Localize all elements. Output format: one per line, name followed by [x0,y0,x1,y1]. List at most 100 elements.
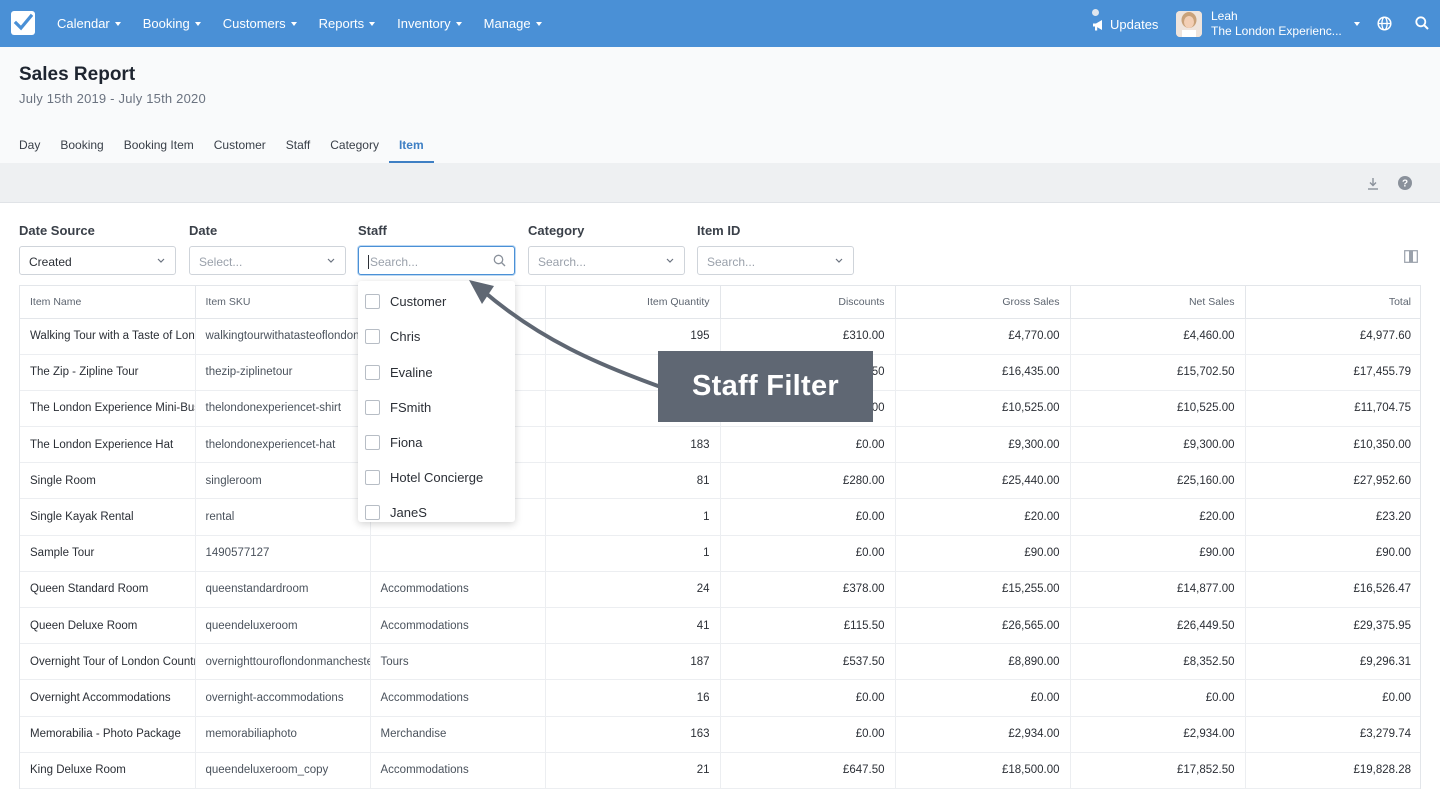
cell-discounts: £310.00 [720,318,896,355]
checkbox[interactable] [365,364,380,380]
cell-category: Accommodations [370,607,546,645]
table-row[interactable]: Walking Tour with a Taste of Londonwalki… [20,318,1420,355]
staff-option-customer[interactable]: Customer [365,292,446,310]
checkbox[interactable] [365,469,380,485]
chevron-down-icon [666,258,674,263]
globe-icon[interactable] [1377,16,1392,31]
table-row[interactable]: Single Room singleroom 81 £280.00 £25,440.00… [20,462,1420,500]
table-row[interactable]: Queen Deluxe Room queendeluxeroom Accommod… [20,607,1420,645]
table-row[interactable]: Queen Standard Room queenstandardroom Acco… [20,571,1420,609]
annotation-arrow [469,280,660,388]
tab-category[interactable]: Category [330,127,379,163]
table-row[interactable]: Memorabilia - Photo Package memorabiliaph… [20,716,1420,753]
cell-category [370,535,546,572]
column-header-total[interactable]: Total [1245,286,1420,319]
nav-booking[interactable]: Booking [143,16,201,31]
cell-gross-sales: £4,770.00 [895,318,1071,355]
columns-icon[interactable] [1404,250,1418,263]
nav-calendar[interactable]: Calendar [57,16,121,31]
search-icon[interactable] [1415,16,1429,30]
table-row[interactable]: Overnight Tour of London Country overnigh… [20,643,1420,681]
nav-reports[interactable]: Reports [319,16,376,31]
table-row[interactable]: The London Experience Hat thelondonexperi… [20,426,1420,464]
chevron-down-icon [535,21,542,26]
column-header-item-name[interactable]: Item Name [20,286,196,319]
cell-net-sales: £4,460.00 [1070,318,1246,355]
nav-customers[interactable]: Customers [223,16,297,31]
tab-item[interactable]: Item [388,127,434,163]
column-header-gross-sales[interactable]: Gross Sales [895,286,1071,319]
cell-category: Accommodations [370,571,546,609]
user-menu[interactable]: Leah The London Experienc... [1176,9,1342,38]
table-header-row: Item Name Item SKU Item Quantity Discoun… [20,286,1420,319]
cell-total: £23.20 [1245,498,1420,536]
cell-gross-sales: £16,435.00 [895,354,1071,391]
column-header-net-sales[interactable]: Net Sales [1070,286,1246,319]
date-source-select[interactable]: Created [19,246,176,275]
staff-option-evaline[interactable]: Evaline [365,363,433,381]
staff-option-chris[interactable]: Chris [365,327,420,345]
tab-booking-item[interactable]: Booking Item [124,127,194,163]
table-row[interactable]: Single Kayak Rental rental 1 £0.00 £20.00 £20… [20,498,1420,536]
cell-gross-sales: £90.00 [895,535,1071,572]
checkbox[interactable] [365,399,380,415]
cell-net-sales: £8,352.50 [1070,643,1246,681]
staff-option-fiona[interactable]: Fiona [365,433,423,451]
staff-label: Staff [358,223,387,238]
cell-item-name: King Deluxe Room [20,752,196,789]
cell-total: £0.00 [1245,679,1420,717]
staff-option-label: Fiona [390,434,423,450]
cell-net-sales: £25,160.00 [1070,462,1246,500]
cell-total: £19,828.28 [1245,752,1420,789]
cell-gross-sales: £25,440.00 [895,462,1071,500]
cell-item-quantity: 21 [545,752,721,789]
tab-booking[interactable]: Booking [60,127,103,163]
cell-item-sku: queendeluxeroom [195,607,371,645]
updates-button[interactable]: Updates [1092,9,1158,39]
top-navbar: Calendar Booking Customers Reports Inven… [0,0,1440,47]
search-icon [493,254,506,267]
help-icon[interactable]: ? [1398,176,1412,190]
staff-option-janes[interactable]: JaneS [365,503,427,521]
cell-discounts: £378.00 [720,571,896,609]
nav-inventory[interactable]: Inventory [397,16,462,31]
cell-total: £3,279.74 [1245,716,1420,753]
checkbox[interactable] [365,504,380,520]
cell-net-sales: £15,702.50 [1070,354,1246,391]
cell-item-sku: walkingtourwithatasteoflondon [195,318,371,355]
column-header-item-sku[interactable]: Item SKU [195,286,371,319]
cell-item-quantity: 183 [545,426,721,464]
svg-text:?: ? [1402,179,1408,190]
tab-day[interactable]: Day [19,127,40,163]
table-row[interactable]: Sample Tour 1490577127 1 £0.00 £90.00 £90.00 £… [20,535,1420,572]
cell-item-name: The London Experience Mini-Bus [20,390,196,428]
tab-staff[interactable]: Staff [286,127,310,163]
date-select[interactable]: Select... [189,246,346,275]
user-menu-chevron-down-icon[interactable] [1354,22,1360,26]
chevron-down-icon [157,258,165,263]
table-row[interactable]: King Deluxe Room queendeluxeroom_copy Acco… [20,752,1420,789]
nav-manage[interactable]: Manage [484,16,542,31]
cell-item-name: Single Kayak Rental [20,498,196,536]
app-logo-checkmark-icon[interactable] [11,11,35,35]
user-avatar [1176,11,1202,37]
staff-option-label: FSmith [390,399,432,415]
category-label: Category [528,223,585,238]
download-icon[interactable] [1367,177,1379,190]
staff-option-label: Evaline [390,364,433,380]
nav-inventory-label: Inventory [397,16,451,31]
column-header-discounts[interactable]: Discounts [720,286,896,319]
staff-option-hotel-concierge[interactable]: Hotel Concierge [365,468,483,486]
table-row[interactable]: Overnight Accommodations overnight-accomm… [20,679,1420,717]
staff-option-label: Customer [390,293,447,309]
item-id-select[interactable]: Search... [697,246,854,275]
checkbox[interactable] [365,328,380,344]
checkbox[interactable] [365,293,380,309]
tab-customer[interactable]: Customer [214,127,266,163]
checkbox[interactable] [365,434,380,450]
date-source-value: Created [29,255,72,269]
cell-discounts: £0.00 [720,679,896,717]
main-nav-menu: Calendar Booking Customers Reports Inven… [57,0,564,47]
staff-option-fsmith[interactable]: FSmith [365,398,431,416]
cell-net-sales: £26,449.50 [1070,607,1246,645]
